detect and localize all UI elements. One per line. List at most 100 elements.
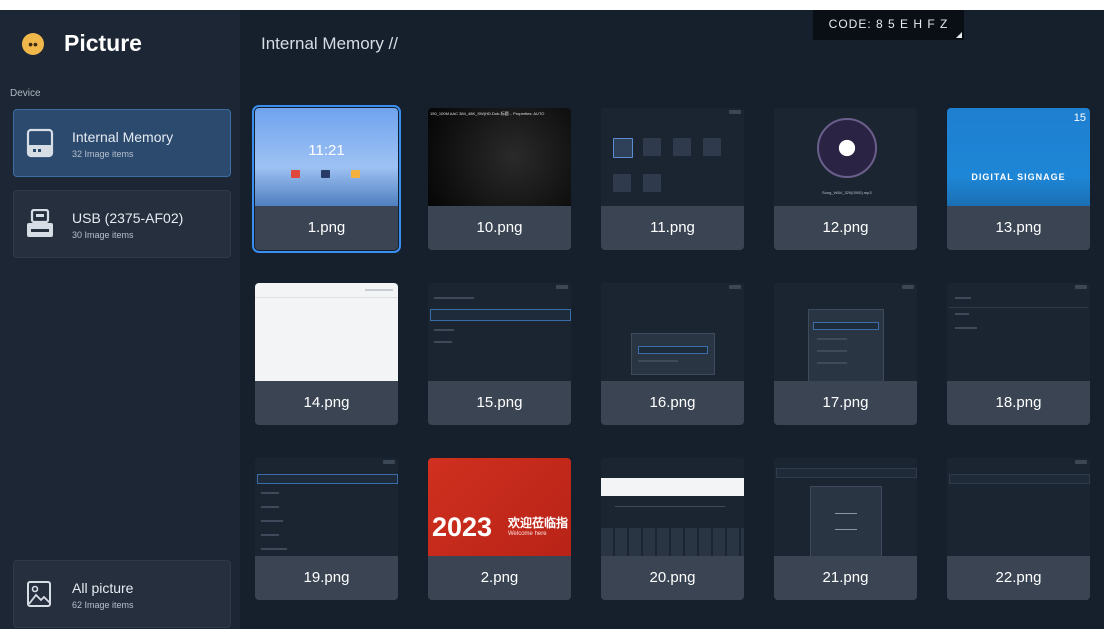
thumb-line xyxy=(255,297,398,298)
thumb-bar xyxy=(601,478,744,496)
thumb-keyboard xyxy=(601,528,744,556)
breadcrumb: Internal Memory // xyxy=(261,34,398,53)
image-tile[interactable]: 15 DIGITAL SIGNAGE 13.png xyxy=(947,108,1090,250)
image-tile[interactable]: 22.png xyxy=(947,458,1090,600)
thumb-line xyxy=(949,474,1090,484)
device-usb[interactable]: USB (2375-AF02) 30 Image items xyxy=(13,190,231,258)
image-tile[interactable]: 21.png xyxy=(774,458,917,600)
thumb-line xyxy=(257,474,398,484)
thumb-line xyxy=(434,297,474,299)
image-tile[interactable]: 11:21 1.png xyxy=(252,105,401,253)
thumb-line xyxy=(817,338,847,340)
app-icon xyxy=(321,170,330,178)
file-name: 22.png xyxy=(947,556,1090,600)
image-thumbnail xyxy=(947,283,1090,381)
thumb-line xyxy=(430,309,571,321)
music-file-icon xyxy=(613,138,633,158)
file-name: 13.png xyxy=(947,206,1090,250)
device-code: CODE: 8 5 E H F Z xyxy=(828,17,949,31)
file-name: 20.png xyxy=(601,556,744,600)
image-thumbnail: 15 DIGITAL SIGNAGE xyxy=(947,108,1090,206)
thumb-line xyxy=(638,360,678,362)
all-picture-button[interactable]: All picture 62 Image items xyxy=(13,560,231,628)
gallery-icon xyxy=(27,581,51,607)
thumb-badge xyxy=(383,460,395,464)
all-picture-count: 62 Image items xyxy=(72,600,134,610)
file-name: 16.png xyxy=(601,381,744,425)
thumb-welcome-cn: 欢迎莅临指 xyxy=(508,516,569,530)
image-thumbnail xyxy=(428,283,571,381)
thumb-badge xyxy=(1075,285,1087,289)
image-thumbnail xyxy=(601,108,744,206)
thumb-line xyxy=(261,506,279,508)
image-tile[interactable]: 17.png xyxy=(774,283,917,425)
thumb-dialog xyxy=(808,309,884,381)
image-tile[interactable]: 16.png xyxy=(601,283,744,425)
device-code-badge: CODE: 8 5 E H F Z xyxy=(813,10,964,40)
thumb-song-caption: Song_WAV_320(0000).mp3 xyxy=(822,190,872,195)
thumb-line xyxy=(955,313,969,315)
drive-icon xyxy=(26,128,54,158)
device-internal-memory[interactable]: Internal Memory 32 Image items xyxy=(13,109,231,177)
thumb-line xyxy=(615,506,725,507)
file-name: 21.png xyxy=(774,556,917,600)
image-thumbnail xyxy=(947,458,1090,556)
thumb-dialog xyxy=(631,333,715,375)
image-tile[interactable]: 150_100M AAC 384_48K_SW(HD.Dub-标题... Pro… xyxy=(428,108,571,250)
image-tile[interactable]: 11.png xyxy=(601,108,744,250)
file-name: 10.png xyxy=(428,206,571,250)
thumb-clock: 11:21 xyxy=(308,142,345,159)
image-thumbnail: 150_100M AAC 384_48K_SW(HD.Dub-标题... Pro… xyxy=(428,108,571,206)
thumb-line xyxy=(955,297,971,299)
file-name: 19.png xyxy=(255,556,398,600)
all-picture-label: All picture xyxy=(72,580,134,596)
image-tile[interactable]: 2023 欢迎莅临指 Welcome here 2.png xyxy=(428,458,571,600)
corner-triangle-icon xyxy=(956,32,962,38)
image-tile[interactable]: Song_WAV_320(0000).mp3 12.png xyxy=(774,108,917,250)
thumb-line xyxy=(434,329,454,331)
music-file-icon xyxy=(703,138,721,156)
thumb-line xyxy=(638,346,708,354)
music-file-icon xyxy=(613,174,631,192)
image-thumbnail: 2023 欢迎莅临指 Welcome here xyxy=(428,458,571,556)
thumb-badge xyxy=(1075,460,1087,464)
thumb-line xyxy=(261,492,279,494)
image-thumbnail: Song_WAV_320(0000).mp3 xyxy=(774,108,917,206)
file-name: 14.png xyxy=(255,381,398,425)
thumb-line xyxy=(817,350,847,352)
thumb-time: 15 xyxy=(1073,112,1086,124)
file-name: 15.png xyxy=(428,381,571,425)
thumb-line xyxy=(776,468,917,478)
file-name: 17.png xyxy=(774,381,917,425)
device-name: USB (2375-AF02) xyxy=(72,210,184,226)
image-thumbnail xyxy=(774,458,917,556)
image-tile[interactable]: 15.png xyxy=(428,283,571,425)
file-name: 1.png xyxy=(255,206,398,250)
thumb-line xyxy=(949,307,1088,308)
thumb-badge xyxy=(902,285,914,289)
image-tile[interactable]: 14.png xyxy=(255,283,398,425)
image-thumbnail xyxy=(255,458,398,556)
app-name: Picture xyxy=(64,30,142,56)
sidebar: •• Picture Device Internal Memory 32 Ima… xyxy=(0,10,240,629)
music-file-icon xyxy=(643,174,661,192)
thumb-line xyxy=(365,289,393,291)
thumb-line xyxy=(955,327,977,329)
thumb-badge xyxy=(729,285,741,289)
device-section-label: Device xyxy=(10,88,41,99)
app-icon xyxy=(291,170,300,178)
image-tile[interactable]: 18.png xyxy=(947,283,1090,425)
thumb-line xyxy=(817,362,847,364)
thumb-line xyxy=(261,548,287,550)
file-name: 2.png xyxy=(428,556,571,600)
picture-app-screen: •• Picture Device Internal Memory 32 Ima… xyxy=(0,10,1104,629)
image-tile[interactable]: 19.png xyxy=(255,458,398,600)
album-art-icon xyxy=(817,118,877,178)
face-icon: •• xyxy=(22,32,44,55)
image-tile[interactable]: 20.png xyxy=(601,458,744,600)
image-thumbnail xyxy=(601,458,744,556)
thumb-line xyxy=(261,534,279,536)
usb-drive-icon xyxy=(27,209,53,237)
thumb-badge xyxy=(729,110,741,114)
device-name: Internal Memory xyxy=(72,129,174,145)
